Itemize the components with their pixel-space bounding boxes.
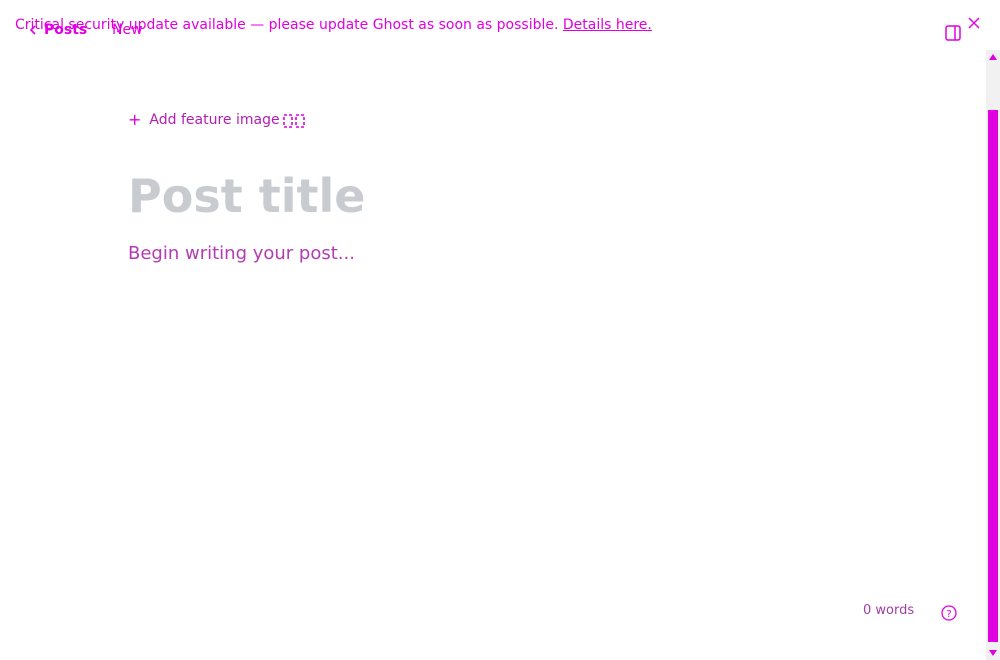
image-icon	[283, 114, 305, 128]
close-icon	[968, 17, 980, 29]
scroll-thumb[interactable]	[988, 110, 998, 642]
sidebar-toggle-icon	[945, 25, 961, 41]
add-feature-image-button[interactable]: + Add feature image	[128, 110, 280, 129]
banner-message: Critical security update available — ple…	[15, 17, 559, 33]
security-banner: Critical security update available — ple…	[15, 15, 652, 35]
editor-app: Critical security update available — ple…	[0, 0, 1000, 660]
close-banner-button[interactable]	[964, 14, 984, 34]
post-body-editor[interactable]: Begin writing your post...	[128, 240, 848, 540]
post-title-input[interactable]	[128, 165, 728, 227]
feature-image-label: Add feature image	[149, 112, 280, 128]
help-icon: ?	[941, 605, 957, 621]
insert-image-button[interactable]	[282, 113, 308, 129]
post-body-placeholder: Begin writing your post...	[128, 243, 355, 264]
scroll-down-arrow[interactable]	[989, 650, 997, 656]
banner-details-link[interactable]: Details here.	[563, 17, 652, 33]
scroll-up-arrow[interactable]	[989, 54, 997, 60]
settings-sidebar-toggle[interactable]	[944, 24, 962, 42]
svg-text:?: ?	[946, 609, 951, 620]
word-count: 0 words	[863, 603, 915, 618]
vertical-scrollbar[interactable]	[986, 50, 1000, 660]
help-button[interactable]: ?	[940, 604, 958, 622]
plus-icon: +	[128, 110, 142, 129]
